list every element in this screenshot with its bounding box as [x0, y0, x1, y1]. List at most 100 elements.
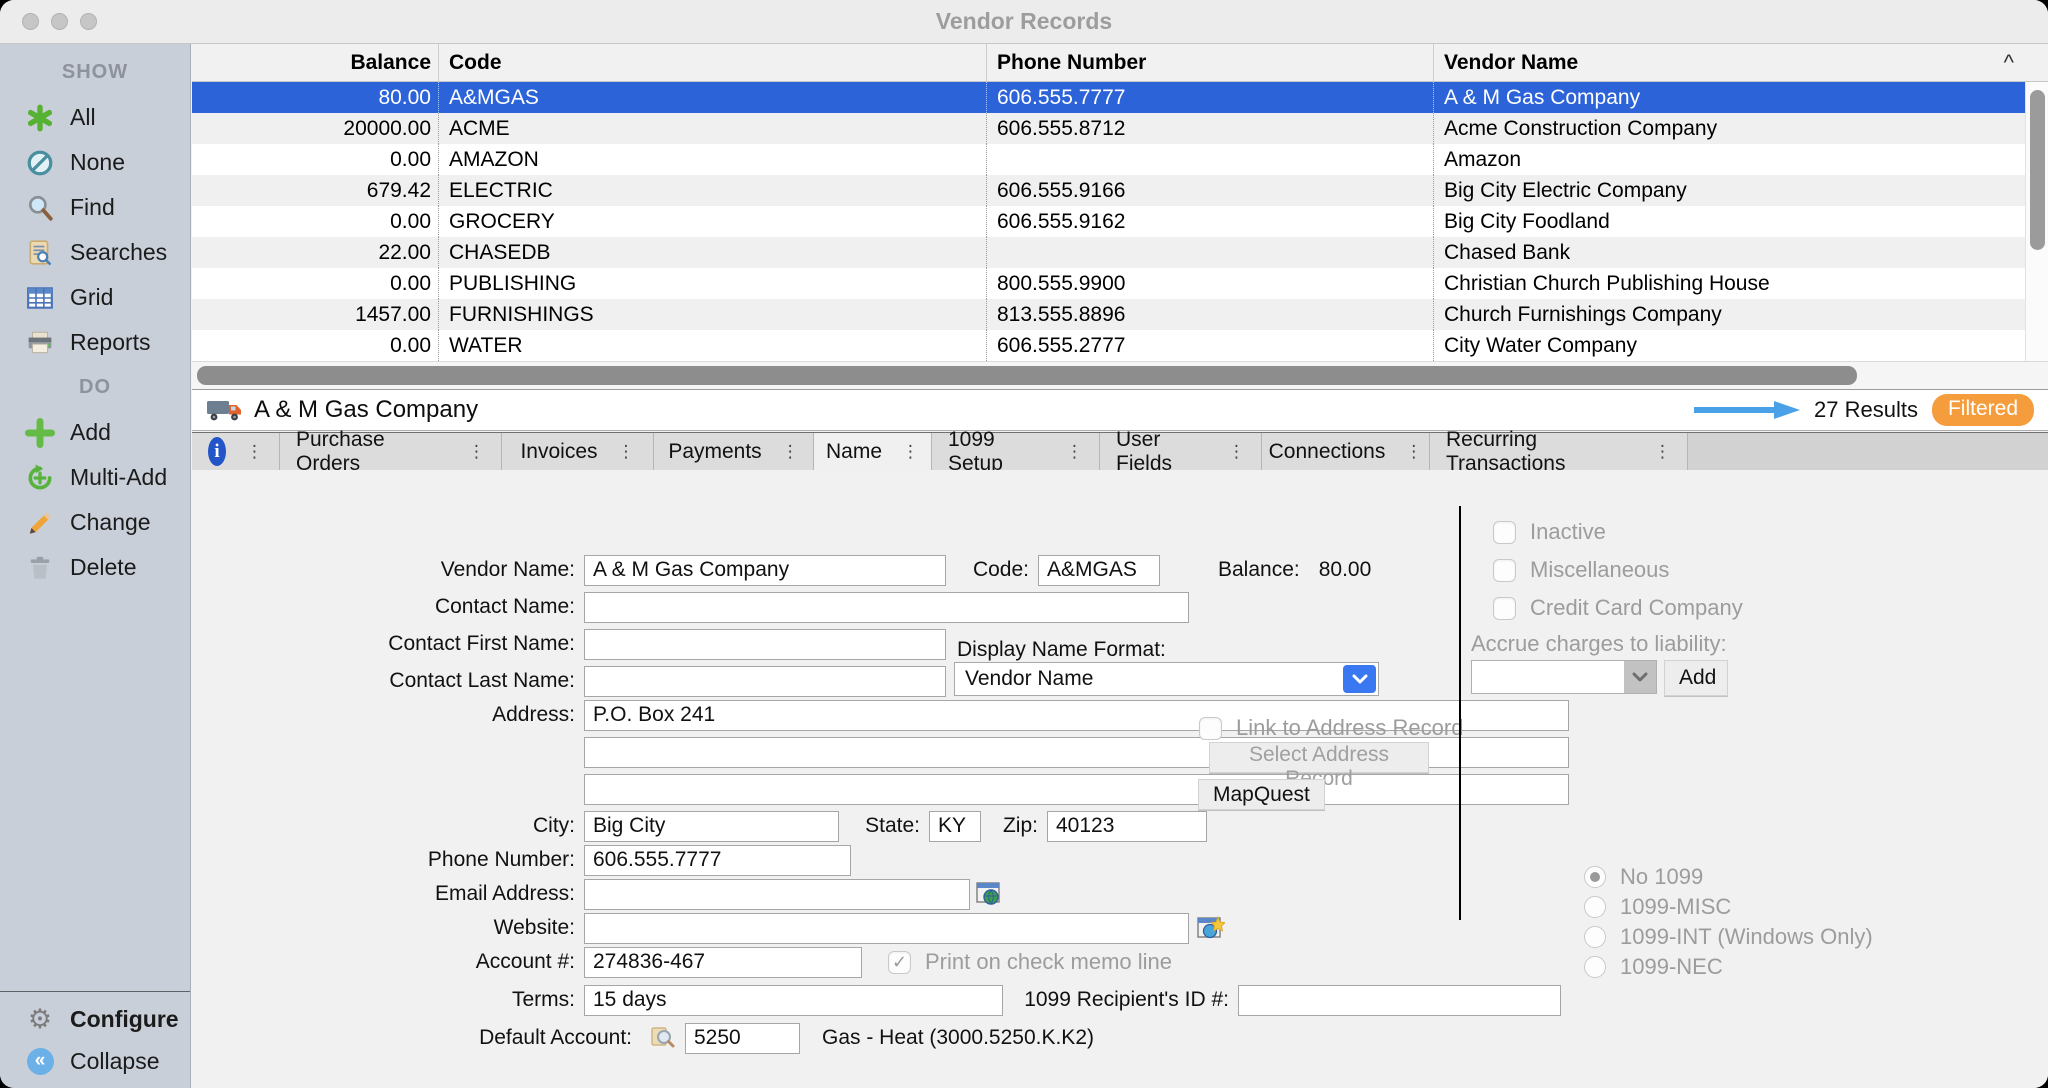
vendor-name-input[interactable]: [584, 555, 946, 586]
phone-number-input[interactable]: [584, 845, 851, 876]
default-account-input[interactable]: [685, 1023, 800, 1054]
email-address-input[interactable]: [584, 879, 970, 910]
contact-name-input[interactable]: [584, 592, 1189, 623]
detail-header: A & M Gas Company 27 Results Filtered: [192, 389, 2048, 431]
tab-payments[interactable]: Payments⋮: [654, 433, 814, 470]
tab-menu-icon[interactable]: ⋮: [902, 442, 919, 462]
recipient-id-input[interactable]: [1238, 985, 1561, 1016]
sidebar-item-none[interactable]: None: [0, 140, 190, 185]
website-label: Website:: [192, 916, 584, 940]
terms-input[interactable]: [584, 985, 1003, 1016]
website-input[interactable]: [584, 913, 1189, 944]
pencil-icon: [24, 508, 56, 538]
mapquest-button[interactable]: MapQuest: [1198, 779, 1325, 810]
tab-recurring-transactions[interactable]: Recurring Transactions⋮: [1430, 433, 1688, 470]
balance-label: Balance:: [1160, 558, 1309, 582]
table-row[interactable]: 80.00 A&MGAS 606.555.7777 A & M Gas Comp…: [192, 82, 2048, 113]
zip-input[interactable]: [1047, 811, 1207, 842]
tab-invoices[interactable]: Invoices⋮: [502, 433, 654, 470]
code-input[interactable]: [1038, 555, 1160, 586]
tab-menu-icon[interactable]: ⋮: [618, 442, 635, 462]
sidebar-item-multi-add[interactable]: Multi-Add: [0, 455, 190, 500]
tab-user-fields[interactable]: User Fields⋮: [1100, 433, 1262, 470]
select-address-record-button[interactable]: Select Address Record: [1209, 742, 1429, 773]
credit-card-company-label: Credit Card Company: [1530, 595, 1743, 621]
miscellaneous-checkbox[interactable]: [1493, 559, 1516, 582]
column-header-phone[interactable]: Phone Number: [986, 44, 1433, 81]
table-row[interactable]: 0.00 PUBLISHING 800.555.9900 Christian C…: [192, 268, 2048, 299]
horizontal-scrollbar[interactable]: [192, 361, 2048, 389]
print-memo-label: Print on check memo line: [925, 949, 1172, 975]
city-input[interactable]: [584, 811, 839, 842]
tab-menu-icon[interactable]: ⋮: [1654, 442, 1671, 462]
truck-icon: [206, 397, 244, 424]
display-name-format-select[interactable]: Vendor Name: [954, 662, 1379, 696]
account-lookup-icon[interactable]: [649, 1025, 677, 1051]
no-1099-radio[interactable]: [1584, 866, 1606, 888]
sidebar-item-add[interactable]: Add: [0, 410, 190, 455]
sidebar-item-delete[interactable]: Delete: [0, 545, 190, 590]
table-row[interactable]: 22.00 CHASEDB Chased Bank: [192, 237, 2048, 268]
open-website-icon[interactable]: [1197, 915, 1225, 941]
column-header-code[interactable]: Code: [438, 44, 986, 81]
1099-int-radio[interactable]: [1584, 926, 1606, 948]
send-email-icon[interactable]: [976, 882, 1002, 906]
tab-menu-icon[interactable]: ⋮: [1405, 442, 1422, 462]
table-row[interactable]: 0.00 WATER 606.555.2777 City Water Compa…: [192, 330, 2048, 361]
tab-connections[interactable]: Connections⋮: [1262, 433, 1430, 470]
tab-purchase-orders[interactable]: Purchase Orders⋮: [280, 433, 502, 470]
table-row[interactable]: 20000.00 ACME 606.555.8712 Acme Construc…: [192, 113, 2048, 144]
tab-1099-setup[interactable]: 1099 Setup⋮: [932, 433, 1100, 470]
1099-nec-label: 1099-NEC: [1620, 954, 1723, 980]
1099-misc-radio[interactable]: [1584, 896, 1606, 918]
sort-ascending-icon[interactable]: ^: [2004, 44, 2014, 82]
sidebar-item-grid[interactable]: Grid: [0, 275, 190, 320]
tab-menu-icon[interactable]: ⋮: [1228, 442, 1245, 462]
accrue-add-button[interactable]: Add: [1664, 660, 1728, 696]
sidebar-item-searches[interactable]: Searches: [0, 230, 190, 275]
table-row[interactable]: 1457.00 FURNISHINGS 813.555.8896 Church …: [192, 299, 2048, 330]
table-row[interactable]: 0.00 AMAZON Amazon: [192, 144, 2048, 175]
state-input[interactable]: [929, 811, 981, 842]
link-address-checkbox[interactable]: [1199, 717, 1222, 740]
print-memo-checkbox[interactable]: ✓: [888, 951, 911, 974]
magnifier-icon: [24, 193, 56, 223]
vertical-scrollbar[interactable]: [2025, 82, 2048, 361]
accrue-liability-label: Accrue charges to liability:: [1471, 631, 1727, 657]
tab-menu-icon[interactable]: ⋮: [1066, 442, 1083, 462]
inactive-checkbox[interactable]: [1493, 521, 1516, 544]
table-row[interactable]: 679.42 ELECTRIC 606.555.9166 Big City El…: [192, 175, 2048, 206]
tab-menu-icon[interactable]: ⋮: [782, 442, 799, 462]
sidebar-item-change[interactable]: Change: [0, 500, 190, 545]
tab-info[interactable]: i⋮: [192, 433, 280, 470]
column-header-vendor-name[interactable]: Vendor Name: [1433, 44, 2048, 81]
sidebar-item-reports[interactable]: Reports: [0, 320, 190, 365]
account-number-input[interactable]: [584, 947, 862, 978]
accrue-liability-select[interactable]: [1471, 660, 1657, 694]
credit-card-company-checkbox[interactable]: [1493, 597, 1516, 620]
tab-bar: i⋮ Purchase Orders⋮ Invoices⋮ Payments⋮ …: [192, 432, 2048, 470]
sidebar-item-find[interactable]: Find: [0, 185, 190, 230]
1099-nec-radio[interactable]: [1584, 956, 1606, 978]
filtered-badge[interactable]: Filtered: [1932, 394, 2034, 426]
table-row[interactable]: 0.00 GROCERY 606.555.9162 Big City Foodl…: [192, 206, 2048, 237]
tab-name[interactable]: Name⋮: [814, 433, 932, 470]
info-icon: i: [208, 437, 226, 466]
sidebar-item-collapse[interactable]: « Collapse: [0, 1040, 190, 1082]
tab-menu-icon[interactable]: ⋮: [246, 442, 263, 462]
address-line3-input[interactable]: [584, 774, 1569, 805]
table-header: Balance Code Phone Number Vendor Name ^: [192, 44, 2048, 82]
column-header-balance[interactable]: Balance: [192, 44, 438, 81]
vertical-scrollbar-thumb[interactable]: [2030, 90, 2045, 250]
contact-first-name-input[interactable]: [584, 629, 946, 660]
chevron-down-icon[interactable]: [1343, 665, 1376, 693]
multi-add-icon: [24, 463, 56, 493]
contact-last-name-input[interactable]: [584, 666, 946, 697]
chevron-down-icon[interactable]: [1624, 661, 1656, 693]
horizontal-scrollbar-thumb[interactable]: [197, 366, 1857, 385]
inactive-label: Inactive: [1530, 519, 1606, 545]
tab-menu-icon[interactable]: ⋮: [468, 442, 485, 462]
saved-search-icon: [24, 238, 56, 268]
sidebar-item-all[interactable]: All: [0, 95, 190, 140]
sidebar-item-configure[interactable]: ⚙ Configure: [0, 998, 190, 1040]
